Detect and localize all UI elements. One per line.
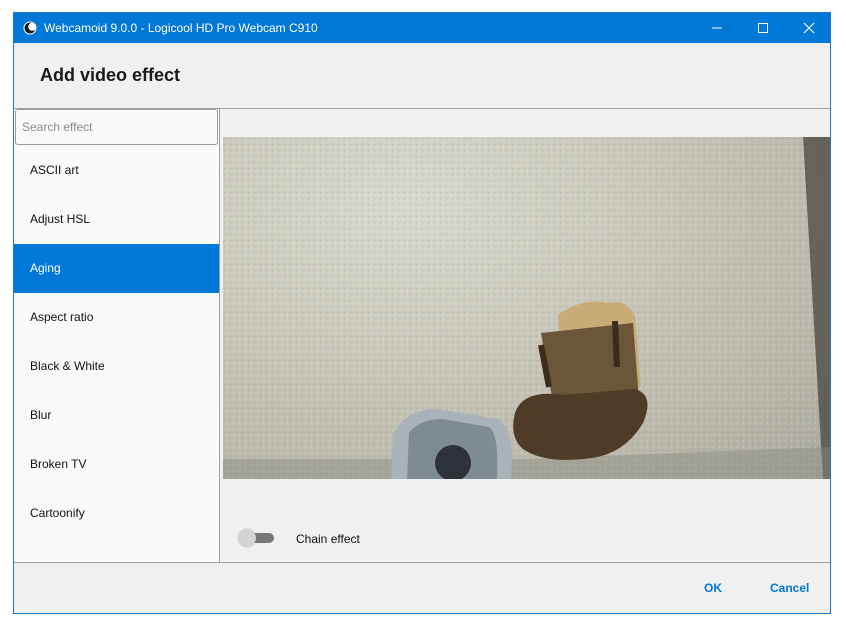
chain-effect-toggle[interactable] xyxy=(238,529,276,547)
dialog-footer: OK Cancel xyxy=(14,562,830,613)
effect-item-black-white[interactable]: Black & White xyxy=(14,342,219,391)
preview-panel: Chain effect xyxy=(220,109,830,562)
effect-sidebar: ASCII art Adjust HSL Aging Aspect ratio … xyxy=(14,109,220,562)
effect-item-broken-tv[interactable]: Broken TV xyxy=(14,440,219,489)
minimize-icon xyxy=(712,27,722,29)
effect-item-aspect-ratio[interactable]: Aspect ratio xyxy=(14,293,219,342)
effect-item-label: ASCII art xyxy=(30,163,79,177)
effect-item-cartoonify[interactable]: Cartoonify xyxy=(14,489,219,538)
chain-effect-label: Chain effect xyxy=(296,532,360,546)
effect-item-label: Broken TV xyxy=(30,457,87,471)
effect-item-label: Adjust HSL xyxy=(30,212,91,226)
effect-item-ascii-art[interactable]: ASCII art xyxy=(14,146,219,195)
effect-item-label: Blur xyxy=(30,408,52,422)
dialog-header: Add video effect xyxy=(14,43,830,109)
search-input[interactable] xyxy=(15,109,218,145)
close-icon xyxy=(803,22,815,34)
video-preview xyxy=(223,137,830,479)
effect-item-label: Aging xyxy=(30,261,61,275)
app-window: Webcamoid 9.0.0 - Logicool HD Pro Webcam… xyxy=(13,12,831,614)
effect-item-adjust-hsl[interactable]: Adjust HSL xyxy=(14,195,219,244)
effect-item-aging[interactable]: Aging xyxy=(14,244,219,293)
title-bar[interactable]: Webcamoid 9.0.0 - Logicool HD Pro Webcam… xyxy=(14,13,830,43)
page-title: Add video effect xyxy=(40,65,181,85)
effect-item-label: Aspect ratio xyxy=(30,310,94,324)
window-title: Webcamoid 9.0.0 - Logicool HD Pro Webcam… xyxy=(44,21,318,35)
maximize-icon xyxy=(758,23,768,33)
effect-item-label: Cartoonify xyxy=(30,506,85,520)
app-moon-icon xyxy=(23,21,37,35)
preview-scene xyxy=(223,137,830,479)
toggle-knob xyxy=(238,529,256,547)
close-button[interactable] xyxy=(786,13,830,43)
effect-list: ASCII art Adjust HSL Aging Aspect ratio … xyxy=(14,146,219,538)
effect-item-label: Black & White xyxy=(30,359,105,373)
ok-button[interactable]: OK xyxy=(704,581,722,595)
effect-item-blur[interactable]: Blur xyxy=(14,391,219,440)
minimize-button[interactable] xyxy=(694,13,740,43)
cancel-button[interactable]: Cancel xyxy=(770,581,809,595)
maximize-button[interactable] xyxy=(740,13,786,43)
